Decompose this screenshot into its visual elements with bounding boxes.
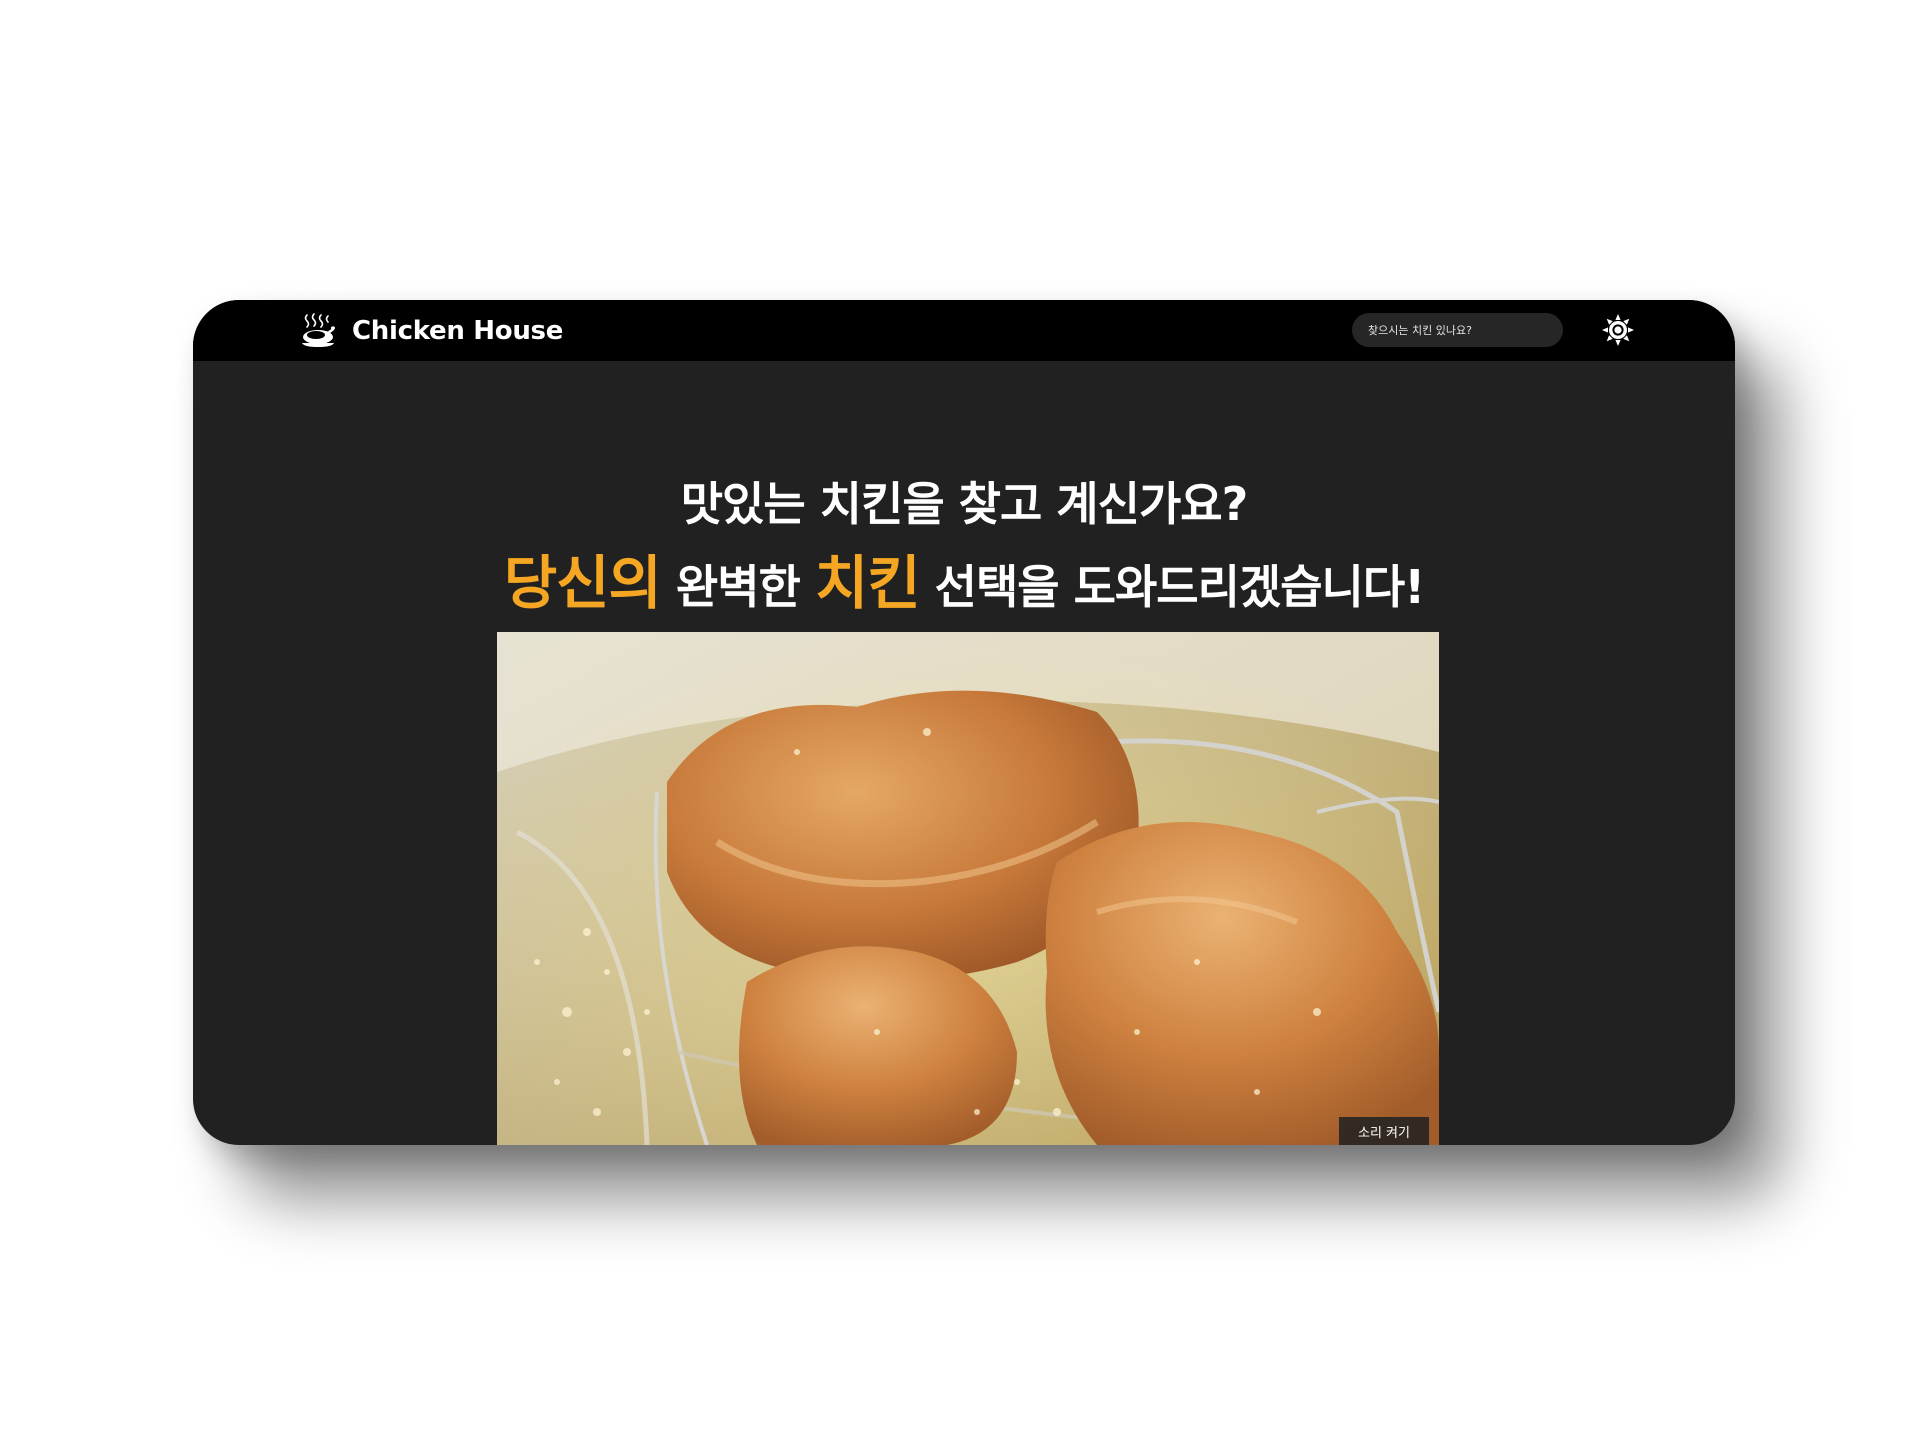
app-window: Chicken House 찾으시는 치킨 있나요? 맛있는 치킨을 찾고 계신… [193,300,1735,1145]
headline-text-perfect: 완벽한 [660,560,815,614]
headline-accent-yours: 당신의 [503,549,662,617]
roast-chicken-icon [299,313,337,349]
hero-video[interactable]: 소리 켜기 [497,632,1439,1145]
search-box [1352,313,1563,347]
brand-name: Chicken House [352,316,564,346]
search-input[interactable] [1368,316,1553,344]
headline-accent-chicken: 치킨 [814,549,921,617]
hero-headline-line1: 맛있는 치킨을 찾고 계신가요? [680,477,1249,531]
navbar: Chicken House [193,300,1735,361]
sound-on-button[interactable]: 소리 켜기 [1339,1117,1429,1145]
fried-chicken-in-fryer-image [497,632,1439,1145]
theme-toggle-button[interactable] [1601,313,1635,347]
sun-icon [1601,313,1635,347]
headline-text-choice: 선택을 도와드리겠습니다! [919,560,1426,614]
hero-headline-line2: 당신의 완벽한 치킨 선택을 도와드리겠습니다! [193,554,1735,612]
brand-logo-link[interactable]: Chicken House [299,311,563,351]
hero-section: 맛있는 치킨을 찾고 계신가요? 당신의 완벽한 치킨 선택을 도와드리겠습니다… [193,361,1735,1145]
